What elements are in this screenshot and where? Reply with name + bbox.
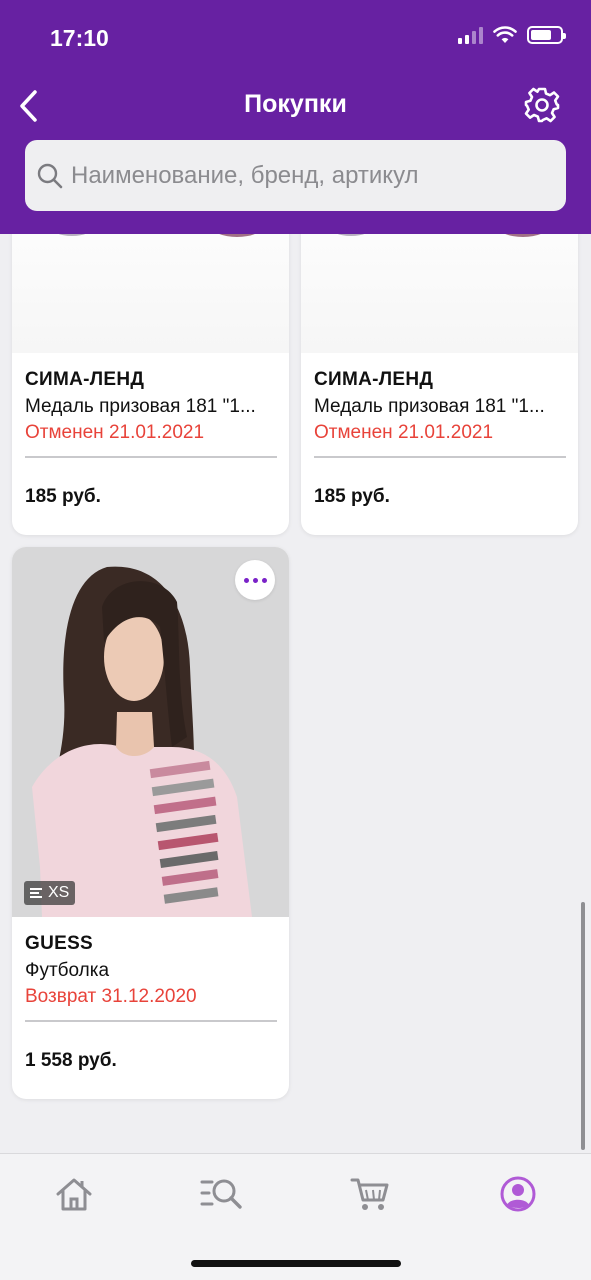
product-price: 185 руб. [25, 486, 101, 507]
cart-icon [350, 1178, 389, 1210]
scrollbar[interactable] [581, 902, 585, 1150]
tab-profile[interactable] [496, 1174, 540, 1214]
size-icon [30, 888, 42, 898]
product-price: 185 руб. [314, 486, 390, 507]
home-icon [56, 1178, 92, 1211]
product-price: 1 558 руб. [25, 1050, 117, 1071]
search-bar[interactable] [25, 140, 566, 211]
battery-icon [527, 26, 566, 44]
app-header: 17:10 Покупки [0, 0, 591, 234]
divider [25, 456, 277, 458]
profile-icon [500, 1176, 536, 1212]
more-options-button[interactable] [235, 560, 275, 600]
order-status: Отменен 21.01.2021 [314, 422, 494, 443]
product-brand: СИМА-ЛЕНД [25, 369, 145, 390]
catalog-search-icon [200, 1179, 242, 1209]
divider [25, 1020, 277, 1022]
page-title: Покупки [244, 90, 347, 118]
tab-catalog[interactable] [199, 1174, 243, 1214]
order-status: Возврат 31.12.2020 [25, 986, 197, 1007]
wifi-icon [493, 26, 517, 43]
home-indicator [191, 1260, 401, 1267]
cellular-signal-icon [458, 26, 483, 44]
size-label: XS [48, 884, 70, 901]
product-brand: СИМА-ЛЕНД [314, 369, 434, 390]
divider [314, 456, 566, 458]
product-name: Медаль призовая 181 "1... [25, 396, 256, 417]
product-name: Футболка [25, 960, 110, 981]
tab-home[interactable] [52, 1174, 96, 1214]
product-photo [12, 547, 289, 917]
search-input[interactable] [71, 161, 541, 190]
tab-cart[interactable] [348, 1174, 392, 1214]
product-name: Медаль призовая 181 "1... [314, 396, 545, 417]
order-status: Отменен 21.01.2021 [25, 422, 205, 443]
purchase-card[interactable]: XS GUESS Футболка Возврат 31.12.2020 1 5… [12, 547, 289, 1099]
gear-icon [524, 87, 560, 123]
product-brand: GUESS [25, 933, 94, 954]
search-icon [37, 163, 63, 188]
size-badge: XS [24, 881, 76, 905]
status-time: 17:10 [50, 25, 109, 51]
settings-button[interactable] [523, 86, 561, 124]
status-icons [458, 26, 566, 44]
